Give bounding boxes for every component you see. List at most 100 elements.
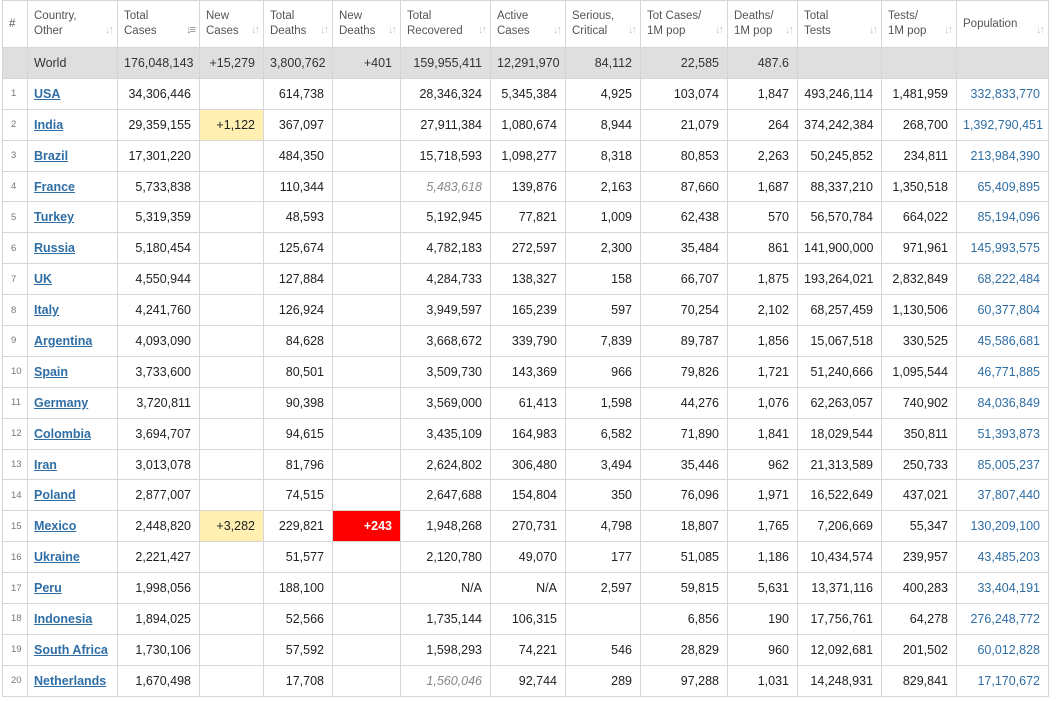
sort-arrows-icon[interactable]: ↓↑: [944, 23, 953, 38]
population-link-cell[interactable]: 1,392,790,451: [956, 108, 1049, 141]
sort-arrows-icon[interactable]: ↓↑: [715, 23, 724, 38]
population-link[interactable]: 37,807,440: [977, 488, 1040, 502]
country-link[interactable]: UK: [34, 272, 52, 286]
header-deaths-per-million[interactable]: Deaths/1M pop ↓↑: [727, 0, 798, 48]
population-link-cell[interactable]: 45,586,681: [956, 325, 1049, 357]
country-link[interactable]: France: [34, 180, 75, 194]
population-link[interactable]: 1,392,790,451: [963, 118, 1043, 132]
sort-arrows-icon[interactable]: ↓≡: [186, 23, 196, 38]
population-link[interactable]: 45,586,681: [977, 334, 1040, 348]
country-link[interactable]: Brazil: [34, 149, 68, 163]
country-link-cell[interactable]: Iran: [27, 448, 118, 481]
sort-arrows-icon[interactable]: ↓↑: [320, 23, 329, 38]
population-link[interactable]: 145,993,575: [970, 241, 1040, 255]
country-link[interactable]: Russia: [34, 241, 75, 255]
population-link[interactable]: 130,209,100: [970, 519, 1040, 533]
population-link[interactable]: 60,377,804: [977, 303, 1040, 317]
population-link-cell[interactable]: 145,993,575: [956, 232, 1049, 265]
country-link[interactable]: India: [34, 118, 63, 132]
country-link-cell[interactable]: Colombia: [27, 417, 118, 450]
population-link-cell[interactable]: 130,209,100: [956, 510, 1049, 543]
country-link[interactable]: USA: [34, 87, 60, 101]
sort-arrows-icon[interactable]: ↓↑: [869, 23, 878, 38]
country-link-cell[interactable]: Russia: [27, 232, 118, 265]
population-link-cell[interactable]: 213,984,390: [956, 139, 1049, 172]
population-link-cell[interactable]: 33,404,191: [956, 572, 1049, 605]
country-link-cell[interactable]: Peru: [27, 572, 118, 605]
country-link-cell[interactable]: Germany: [27, 386, 118, 419]
header-active-cases[interactable]: Active Cases ↓↑: [490, 0, 566, 48]
country-link[interactable]: Spain: [34, 365, 68, 379]
population-link[interactable]: 46,771,885: [977, 365, 1040, 379]
sort-arrows-icon[interactable]: ↓↑: [1036, 23, 1045, 38]
country-link-cell[interactable]: USA: [27, 77, 118, 110]
sort-arrows-icon[interactable]: ↓↑: [388, 23, 397, 38]
population-link-cell[interactable]: 65,409,895: [956, 170, 1049, 203]
header-total-tests[interactable]: Total Tests ↓↑: [797, 0, 882, 48]
header-tests-per-million[interactable]: Tests/1M pop ↓↑: [881, 0, 957, 48]
sort-arrows-icon[interactable]: ↓↑: [553, 23, 562, 38]
sort-arrows-icon[interactable]: ↓↑: [478, 23, 487, 38]
country-link-cell[interactable]: India: [27, 108, 118, 141]
header-total-recovered[interactable]: Total Recovered ↓↑: [400, 0, 491, 48]
country-link-cell[interactable]: UK: [27, 263, 118, 296]
header-new-deaths[interactable]: New Deaths ↓↑: [332, 0, 401, 48]
population-link-cell[interactable]: 276,248,772: [956, 603, 1049, 635]
population-link[interactable]: 85,194,096: [977, 210, 1040, 224]
sort-arrows-icon[interactable]: ↓↑: [251, 23, 260, 38]
population-link[interactable]: 85,005,237: [977, 458, 1040, 472]
country-link[interactable]: Indonesia: [34, 612, 92, 626]
country-link-cell[interactable]: Turkey: [27, 201, 118, 234]
country-link-cell[interactable]: France: [27, 170, 118, 203]
country-link[interactable]: Colombia: [34, 427, 91, 441]
population-link[interactable]: 68,222,484: [977, 272, 1040, 286]
population-link[interactable]: 43,485,203: [977, 550, 1040, 564]
sort-arrows-icon[interactable]: ↓↑: [628, 23, 637, 38]
header-total-cases[interactable]: Total Cases ↓≡: [117, 0, 200, 48]
country-link[interactable]: Mexico: [34, 519, 76, 533]
header-population[interactable]: Population ↓↑: [956, 0, 1049, 48]
country-link[interactable]: Poland: [34, 488, 76, 502]
country-link[interactable]: Iran: [34, 458, 57, 472]
header-serious-critical[interactable]: Serious, Critical ↓↑: [565, 0, 641, 48]
country-link-cell[interactable]: Italy: [27, 294, 118, 327]
country-link-cell[interactable]: Brazil: [27, 139, 118, 172]
population-link[interactable]: 332,833,770: [970, 87, 1040, 101]
population-link[interactable]: 213,984,390: [970, 149, 1040, 163]
country-link[interactable]: Ukraine: [34, 550, 80, 564]
country-link-cell[interactable]: South Africa: [27, 633, 118, 666]
population-link-cell[interactable]: 51,393,873: [956, 417, 1049, 450]
country-link-cell[interactable]: Poland: [27, 479, 118, 512]
population-link[interactable]: 65,409,895: [977, 180, 1040, 194]
sort-arrows-icon[interactable]: ↓↑: [785, 23, 794, 38]
population-link-cell[interactable]: 60,012,828: [956, 633, 1049, 666]
header-country[interactable]: Country, Other ↓↑: [27, 0, 118, 48]
country-link-cell[interactable]: Mexico: [27, 510, 118, 543]
country-link-cell[interactable]: Spain: [27, 355, 118, 388]
population-link-cell[interactable]: 84,036,849: [956, 386, 1049, 419]
country-link[interactable]: Netherlands: [34, 674, 106, 688]
country-link[interactable]: Italy: [34, 303, 59, 317]
population-link-cell[interactable]: 68,222,484: [956, 263, 1049, 296]
population-link-cell[interactable]: 85,194,096: [956, 201, 1049, 234]
country-link[interactable]: Germany: [34, 396, 88, 410]
population-link-cell[interactable]: 332,833,770: [956, 77, 1049, 110]
country-link[interactable]: Turkey: [34, 210, 74, 224]
population-link-cell[interactable]: 43,485,203: [956, 541, 1049, 574]
population-link[interactable]: 51,393,873: [977, 427, 1040, 441]
header-cases-per-million[interactable]: Tot Cases/1M pop ↓↑: [640, 0, 728, 48]
country-link[interactable]: Argentina: [34, 334, 92, 348]
country-link-cell[interactable]: Netherlands: [27, 664, 118, 697]
population-link-cell[interactable]: 60,377,804: [956, 294, 1049, 327]
population-link[interactable]: 33,404,191: [977, 581, 1040, 595]
header-total-deaths[interactable]: Total Deaths ↓↑: [263, 0, 333, 48]
population-link-cell[interactable]: 46,771,885: [956, 355, 1049, 388]
population-link[interactable]: 276,248,772: [970, 612, 1040, 626]
population-link-cell[interactable]: 37,807,440: [956, 479, 1049, 512]
population-link[interactable]: 17,170,672: [977, 674, 1040, 688]
header-new-cases[interactable]: New Cases ↓↑: [199, 0, 264, 48]
population-link-cell[interactable]: 17,170,672: [956, 664, 1049, 697]
population-link-cell[interactable]: 85,005,237: [956, 448, 1049, 481]
country-link[interactable]: Peru: [34, 581, 62, 595]
country-link-cell[interactable]: Indonesia: [27, 603, 118, 635]
